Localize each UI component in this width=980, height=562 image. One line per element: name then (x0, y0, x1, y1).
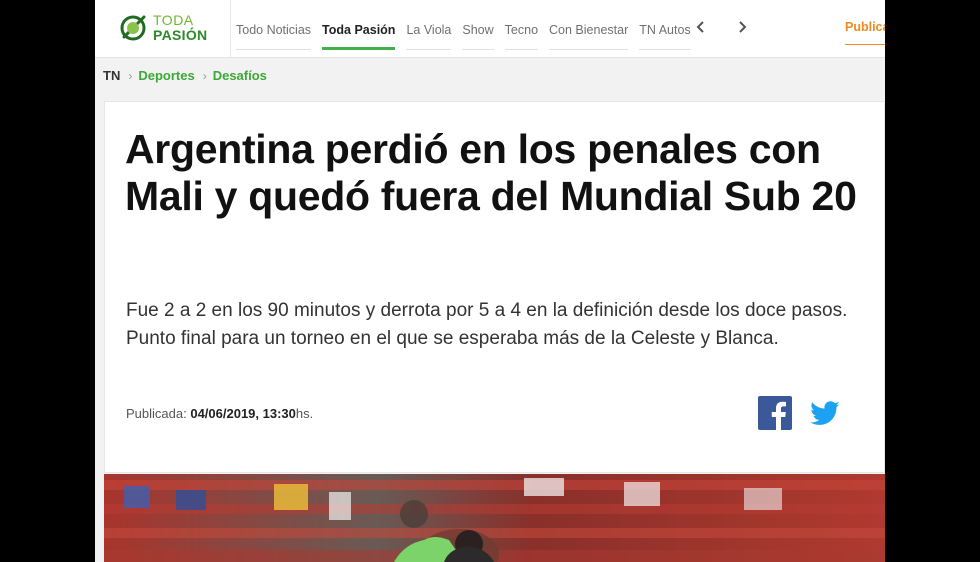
breadcrumb-desafios[interactable]: Desafíos (213, 68, 267, 83)
article-summary: Fue 2 a 2 en los 90 minutos y derrota po… (126, 300, 848, 349)
header-divider (230, 0, 231, 58)
twitter-icon[interactable] (807, 398, 843, 430)
breadcrumb-separator-icon: › (202, 68, 207, 83)
publish-label: Publicada: (126, 406, 187, 421)
publish-suffix: hs. (295, 406, 314, 421)
nav-item-tn-autos[interactable]: TN Autos (639, 0, 691, 50)
logo-mark-icon (119, 14, 147, 42)
article-headline: Argentina perdió en los penales con Mali… (125, 126, 857, 219)
nav-item-tecno[interactable]: Tecno (504, 0, 539, 50)
section-nav: Todo Noticias Toda Pasión La Viola Show … (236, 0, 702, 58)
article-card: Argentina perdió en los penales con Mali… (104, 101, 885, 473)
site-logo[interactable]: TODA PASIÓN (119, 10, 219, 46)
breadcrumb-deportes[interactable]: Deportes (138, 68, 194, 83)
breadcrumb-home[interactable]: TN (103, 68, 120, 83)
logo-text: TODA PASIÓN (153, 13, 207, 43)
nav-item-toda-pasion[interactable]: Toda Pasión (322, 0, 396, 50)
page: TODA PASIÓN Todo Noticias Toda Pasión La… (95, 0, 885, 562)
nav-item-la-viola[interactable]: La Viola (406, 0, 452, 50)
logo-text-line1: TODA (153, 12, 194, 28)
breadcrumb-separator-icon: › (128, 68, 133, 83)
nav-item-todo-noticias[interactable]: Todo Noticias (236, 0, 312, 50)
logo-text-line2: PASIÓN (153, 27, 208, 43)
publica-underline (845, 44, 885, 45)
chevron-left-icon[interactable] (691, 17, 711, 37)
chevron-right-icon[interactable] (732, 17, 752, 37)
publica-link[interactable]: Publica (845, 20, 885, 34)
publish-date: Publicada: 04/06/2019, 13:30hs. (126, 406, 313, 421)
publish-datetime: 04/06/2019, 13:30 (190, 406, 296, 421)
site-header: TODA PASIÓN Todo Noticias Toda Pasión La… (95, 0, 885, 58)
facebook-icon[interactable] (758, 396, 792, 430)
nav-item-con-bienestar[interactable]: Con Bienestar (549, 0, 629, 50)
breadcrumb: TN › Deportes › Desafíos (103, 68, 267, 83)
article-hero-image[interactable] (104, 474, 885, 562)
nav-item-show[interactable]: Show (462, 0, 494, 50)
